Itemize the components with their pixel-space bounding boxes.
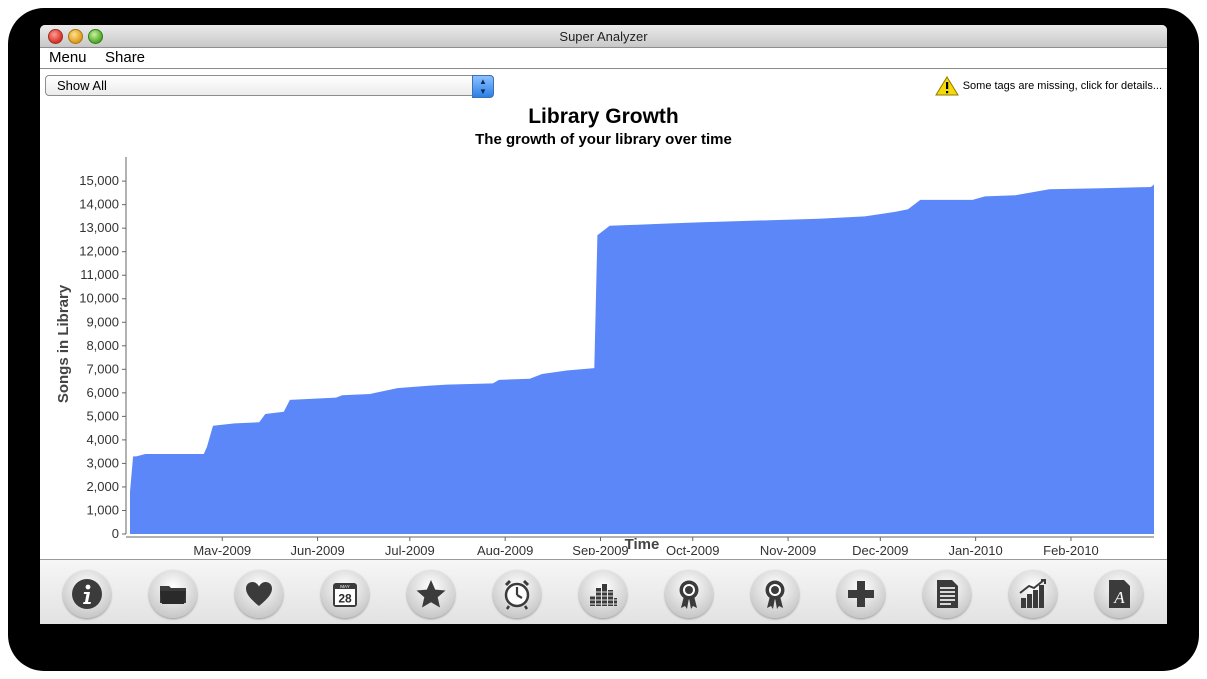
y-tick-label: 11,000: [80, 267, 119, 282]
favorites-button[interactable]: [235, 570, 283, 618]
y-tick-label: 6,000: [86, 385, 119, 400]
y-tick-label: 10,000: [79, 291, 119, 306]
y-tick-label: 5,000: [86, 408, 119, 423]
calendar-button[interactable]: MAY 28: [321, 570, 369, 618]
menu-item-menu[interactable]: Menu: [49, 49, 87, 66]
library-growth-button[interactable]: [1009, 570, 1057, 618]
select-arrows-icon[interactable]: ▲ ▼: [472, 75, 494, 98]
y-tick-label: 0: [112, 526, 119, 541]
folder-button[interactable]: [149, 570, 197, 618]
alarm-clock-icon: [504, 579, 530, 610]
heart-icon: [246, 582, 272, 606]
window-title: Super Analyzer: [559, 29, 648, 44]
y-tick-label: 7,000: [86, 361, 119, 376]
report-button[interactable]: [923, 570, 971, 618]
info-button[interactable]: [63, 570, 111, 618]
filter-select[interactable]: Show All ▲ ▼: [45, 75, 494, 98]
font-icon: A: [1109, 580, 1130, 608]
y-tick-label: 1,000: [86, 502, 119, 517]
y-tick-label: 13,000: [79, 220, 119, 235]
chart-title: Library Growth: [528, 105, 679, 128]
y-tick-label: 4,000: [86, 432, 119, 447]
x-tick-label: Aug-2009: [477, 543, 533, 555]
y-tick-label: 15,000: [79, 173, 119, 188]
document-icon: [937, 580, 958, 608]
y-tick-label: 12,000: [79, 244, 119, 259]
info-icon: [72, 579, 102, 609]
y-tick-label: 8,000: [86, 338, 119, 353]
library-growth-chart: 0 1,000 2,000 3,000 4,000 5,000 6,000 7,000 8,00…: [55, 157, 1154, 555]
x-tick-label: Nov-2009: [760, 543, 816, 555]
library-growth-area: [130, 184, 1154, 534]
app-window: Super Analyzer Menu Share Show All ▲ ▼ So…: [40, 25, 1167, 624]
x-tick-label: Jan-2010: [949, 543, 1003, 555]
y-tick-label: 3,000: [86, 455, 119, 470]
menu-item-share[interactable]: Share: [105, 49, 145, 66]
y-tick-label: 14,000: [79, 197, 119, 212]
top-rated-button[interactable]: [407, 570, 455, 618]
star-icon: [416, 580, 446, 608]
top-albums-button[interactable]: [751, 570, 799, 618]
warning-icon: [934, 76, 959, 96]
x-tick-label: Jun-2009: [290, 543, 344, 555]
font-button[interactable]: A: [1095, 570, 1143, 618]
font-glyph-text: A: [1113, 588, 1125, 607]
x-tick-label: Sep-2009: [572, 543, 628, 555]
calendar-month-text: MAY: [340, 584, 349, 589]
x-tick-label: Jul-2009: [385, 543, 435, 555]
filter-select-value: Show All: [57, 78, 107, 93]
plus-icon: [848, 581, 874, 607]
missing-tags-notice[interactable]: Some tags are missing, click for details…: [934, 76, 1162, 96]
y-axis-label: Songs in Library: [55, 284, 72, 403]
bottom-toolbar: MAY 28 A: [40, 559, 1167, 624]
x-tick-label: Feb-2010: [1043, 543, 1099, 555]
award-ribbon-icon: [679, 580, 699, 609]
y-tick-label: 9,000: [86, 314, 119, 329]
x-tick-label: Oct-2009: [666, 543, 719, 555]
x-tick-label: May-2009: [193, 543, 251, 555]
time-button[interactable]: [493, 570, 541, 618]
x-axis-label: Time: [625, 536, 660, 553]
award-ribbon-alt-icon: [765, 580, 785, 609]
growth-chart-icon: [1019, 579, 1046, 608]
x-tick-label: Dec-2009: [852, 543, 908, 555]
folder-icon: [160, 586, 186, 604]
title-bar[interactable]: Super Analyzer: [40, 25, 1167, 48]
recently-added-button[interactable]: [837, 570, 885, 618]
calendar-icon: MAY 28: [333, 583, 357, 607]
y-tick-label: 2,000: [86, 479, 119, 494]
equalizer-icon: [589, 584, 618, 606]
genres-button[interactable]: [579, 570, 627, 618]
missing-tags-text: Some tags are missing, click for details…: [962, 80, 1162, 92]
calendar-day-text: 28: [338, 592, 352, 606]
top-artists-button[interactable]: [665, 570, 713, 618]
menu-bar: Menu Share: [40, 48, 1167, 69]
